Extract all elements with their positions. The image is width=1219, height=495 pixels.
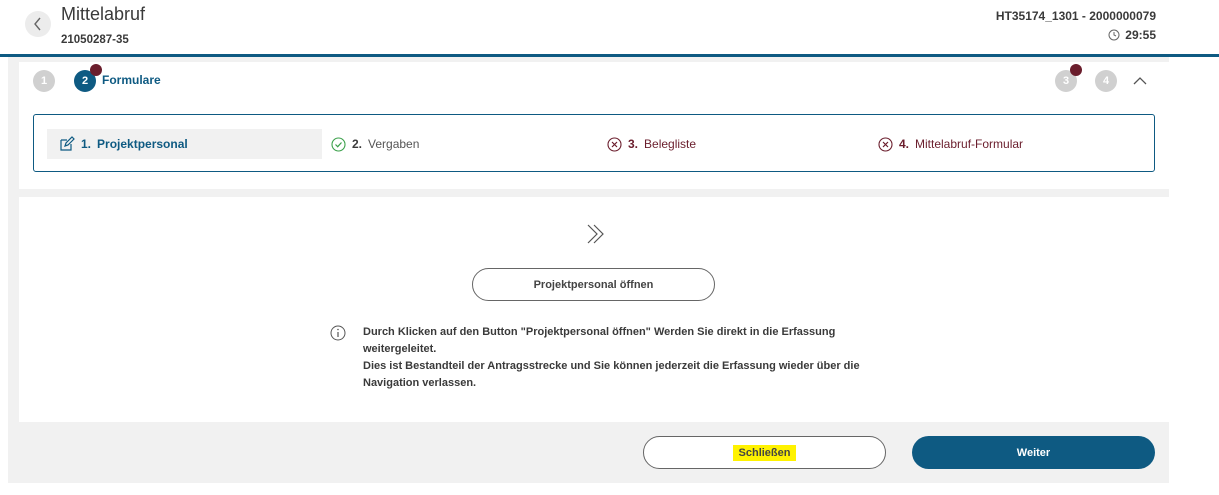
step-1[interactable]: 1 <box>33 70 55 92</box>
main-content: Projektpersonal öffnen Durch Klicken auf… <box>19 197 1169 422</box>
step-progress: 1 2 Formulare 3 4 1. Projektpersonal 2. … <box>19 62 1169 189</box>
edit-icon <box>60 136 75 151</box>
page-subtitle: 21050287-35 <box>61 34 129 46</box>
sub-step-num: 2. <box>352 137 363 151</box>
check-circle-icon <box>331 136 346 152</box>
sub-step-num: 1. <box>81 137 92 151</box>
double-chevron-right-icon <box>587 224 604 244</box>
sub-step-num: 3. <box>628 137 639 151</box>
session-timer: 29:55 <box>1108 28 1156 42</box>
sub-step-vergaben[interactable]: 2. Vergaben <box>331 129 419 159</box>
info-line-1: Durch Klicken auf den Button "Projektper… <box>363 326 836 355</box>
sub-step-label: Belegliste <box>644 137 697 151</box>
sub-step-belegliste[interactable]: 3. Belegliste <box>607 129 696 159</box>
reference-id: HT35174_1301 - 2000000079 <box>995 9 1156 23</box>
sub-step-projektpersonal[interactable]: 1. Projektpersonal <box>47 129 322 159</box>
step-2-alert-dot <box>90 64 102 76</box>
x-circle-icon <box>878 136 893 152</box>
step-3-alert-dot <box>1070 64 1082 76</box>
close-button[interactable]: Schließen <box>643 436 886 469</box>
info-icon <box>330 325 346 341</box>
timer-value: 29:55 <box>1125 28 1156 42</box>
footer-actions: Schließen Weiter <box>19 422 1169 483</box>
sub-step-mittelabruf-formular[interactable]: 4. Mittelabruf-Formular <box>878 129 1023 159</box>
page-title: Mittelabruf <box>61 4 146 24</box>
collapse-button[interactable] <box>1130 71 1150 91</box>
open-projektpersonal-button[interactable]: Projektpersonal öffnen <box>472 268 715 301</box>
chevron-left-icon <box>34 17 41 31</box>
clock-icon <box>1108 29 1120 41</box>
sub-step-navigation: 1. Projektpersonal 2. Vergaben 3. Belegl… <box>33 114 1155 172</box>
sub-step-label: Vergaben <box>368 137 420 151</box>
back-button[interactable] <box>25 11 51 37</box>
chevron-up-icon <box>1133 77 1147 85</box>
sub-step-label: Projektpersonal <box>97 137 188 151</box>
step-2-label: Formulare <box>102 73 161 87</box>
info-line-2: Dies ist Bestandteil der Antragsstrecke … <box>363 360 860 389</box>
close-button-label: Schließen <box>732 444 797 461</box>
sub-step-label: Mittelabruf-Formular <box>915 137 1024 151</box>
next-button[interactable]: Weiter <box>912 436 1155 469</box>
step-4[interactable]: 4 <box>1095 70 1117 92</box>
app-header: Mittelabruf 21050287-35 HT35174_1301 - 2… <box>0 0 1219 57</box>
sub-step-num: 4. <box>899 137 910 151</box>
info-text: Durch Klicken auf den Button "Projektper… <box>363 324 863 392</box>
x-circle-icon <box>607 136 622 152</box>
